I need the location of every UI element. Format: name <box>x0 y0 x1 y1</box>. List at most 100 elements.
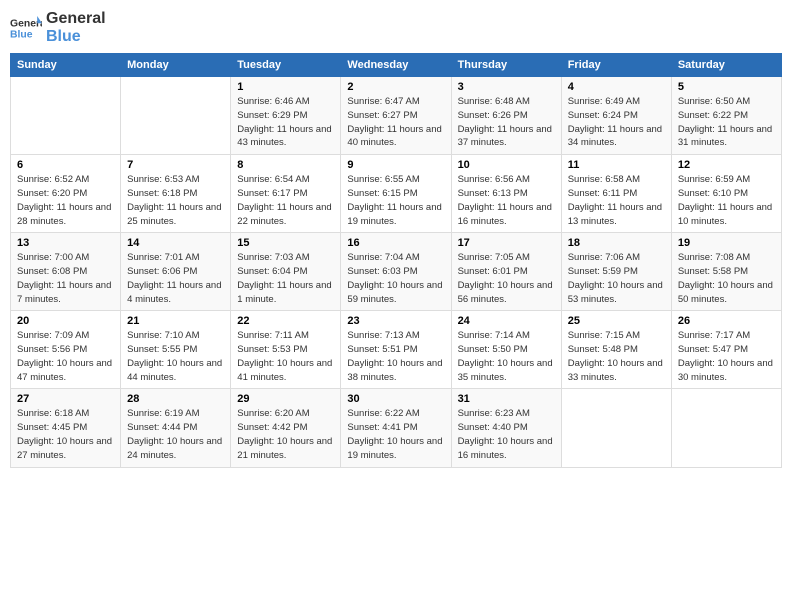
day-cell-5-5: 31 Sunrise: 6:23 AM Sunset: 4:40 PM Dayli… <box>451 389 561 467</box>
day-cell-3-5: 17 Sunrise: 7:05 AM Sunset: 6:01 PM Dayli… <box>451 233 561 311</box>
weekday-header-thursday: Thursday <box>451 54 561 77</box>
day-number: 2 <box>347 81 444 93</box>
day-info: Sunrise: 7:00 AM Sunset: 6:08 PM Dayligh… <box>17 251 114 306</box>
day-info: Sunrise: 6:52 AM Sunset: 6:20 PM Dayligh… <box>17 173 114 228</box>
day-cell-3-7: 19 Sunrise: 7:08 AM Sunset: 5:58 PM Dayli… <box>671 233 781 311</box>
day-number: 26 <box>678 315 775 327</box>
day-info: Sunrise: 6:53 AM Sunset: 6:18 PM Dayligh… <box>127 173 224 228</box>
day-number: 17 <box>458 237 555 249</box>
day-number: 27 <box>17 393 114 405</box>
day-info: Sunrise: 6:48 AM Sunset: 6:26 PM Dayligh… <box>458 95 555 150</box>
day-info: Sunrise: 7:01 AM Sunset: 6:06 PM Dayligh… <box>127 251 224 306</box>
day-cell-2-7: 12 Sunrise: 6:59 AM Sunset: 6:10 PM Dayli… <box>671 155 781 233</box>
day-cell-2-5: 10Sunrise: 6:56 AM Sunset: 6:13 PM Dayli… <box>451 155 561 233</box>
day-number: 4 <box>568 81 665 93</box>
week-row-5: 27 Sunrise: 6:18 AM Sunset: 4:45 PM Dayli… <box>11 389 782 467</box>
weekday-header-row: SundayMondayTuesdayWednesdayThursdayFrid… <box>11 54 782 77</box>
week-row-3: 13 Sunrise: 7:00 AM Sunset: 6:08 PM Dayli… <box>11 233 782 311</box>
day-number: 14 <box>127 237 224 249</box>
day-info: Sunrise: 7:17 AM Sunset: 5:47 PM Dayligh… <box>678 329 775 384</box>
day-info: Sunrise: 7:04 AM Sunset: 6:03 PM Dayligh… <box>347 251 444 306</box>
day-number: 15 <box>237 237 334 249</box>
day-info: Sunrise: 7:10 AM Sunset: 5:55 PM Dayligh… <box>127 329 224 384</box>
day-number: 25 <box>568 315 665 327</box>
day-info: Sunrise: 6:20 AM Sunset: 4:42 PM Dayligh… <box>237 407 334 462</box>
day-number: 9 <box>347 159 444 171</box>
day-number: 11 <box>568 159 665 171</box>
day-info: Sunrise: 6:59 AM Sunset: 6:10 PM Dayligh… <box>678 173 775 228</box>
day-cell-2-3: 8Sunrise: 6:54 AM Sunset: 6:17 PM Daylig… <box>231 155 341 233</box>
day-info: Sunrise: 6:19 AM Sunset: 4:44 PM Dayligh… <box>127 407 224 462</box>
day-info: Sunrise: 7:14 AM Sunset: 5:50 PM Dayligh… <box>458 329 555 384</box>
day-cell-4-3: 22 Sunrise: 7:11 AM Sunset: 5:53 PM Dayli… <box>231 311 341 389</box>
day-number: 28 <box>127 393 224 405</box>
day-info: Sunrise: 6:56 AM Sunset: 6:13 PM Dayligh… <box>458 173 555 228</box>
day-cell-1-1 <box>11 77 121 155</box>
day-number: 8 <box>237 159 334 171</box>
week-row-2: 6 Sunrise: 6:52 AM Sunset: 6:20 PM Daylig… <box>11 155 782 233</box>
day-number: 1 <box>237 81 334 93</box>
calendar-table: SundayMondayTuesdayWednesdayThursdayFrid… <box>10 53 782 467</box>
day-info: Sunrise: 6:22 AM Sunset: 4:41 PM Dayligh… <box>347 407 444 462</box>
day-cell-3-4: 16 Sunrise: 7:04 AM Sunset: 6:03 PM Dayli… <box>341 233 451 311</box>
page-header: General Blue General Blue <box>10 10 782 45</box>
day-info: Sunrise: 6:47 AM Sunset: 6:27 PM Dayligh… <box>347 95 444 150</box>
logo-general-text: General <box>46 10 106 28</box>
svg-text:Blue: Blue <box>10 29 33 40</box>
day-number: 21 <box>127 315 224 327</box>
day-info: Sunrise: 6:55 AM Sunset: 6:15 PM Dayligh… <box>347 173 444 228</box>
day-cell-5-6 <box>561 389 671 467</box>
weekday-header-monday: Monday <box>121 54 231 77</box>
day-cell-3-2: 14 Sunrise: 7:01 AM Sunset: 6:06 PM Dayli… <box>121 233 231 311</box>
day-info: Sunrise: 7:06 AM Sunset: 5:59 PM Dayligh… <box>568 251 665 306</box>
day-info: Sunrise: 6:49 AM Sunset: 6:24 PM Dayligh… <box>568 95 665 150</box>
day-number: 22 <box>237 315 334 327</box>
day-cell-2-4: 9 Sunrise: 6:55 AM Sunset: 6:15 PM Daylig… <box>341 155 451 233</box>
day-number: 7 <box>127 159 224 171</box>
day-info: Sunrise: 7:11 AM Sunset: 5:53 PM Dayligh… <box>237 329 334 384</box>
day-number: 12 <box>678 159 775 171</box>
week-row-4: 20Sunrise: 7:09 AM Sunset: 5:56 PM Dayli… <box>11 311 782 389</box>
day-info: Sunrise: 6:46 AM Sunset: 6:29 PM Dayligh… <box>237 95 334 150</box>
day-cell-2-1: 6 Sunrise: 6:52 AM Sunset: 6:20 PM Daylig… <box>11 155 121 233</box>
day-cell-3-6: 18 Sunrise: 7:06 AM Sunset: 5:59 PM Dayli… <box>561 233 671 311</box>
day-cell-5-3: 29Sunrise: 6:20 AM Sunset: 4:42 PM Dayli… <box>231 389 341 467</box>
day-cell-1-4: 2 Sunrise: 6:47 AM Sunset: 6:27 PM Daylig… <box>341 77 451 155</box>
logo-icon: General Blue <box>10 12 42 44</box>
logo-blue-text: Blue <box>46 28 106 46</box>
day-number: 23 <box>347 315 444 327</box>
weekday-header-friday: Friday <box>561 54 671 77</box>
day-info: Sunrise: 7:13 AM Sunset: 5:51 PM Dayligh… <box>347 329 444 384</box>
day-info: Sunrise: 7:15 AM Sunset: 5:48 PM Dayligh… <box>568 329 665 384</box>
day-info: Sunrise: 6:23 AM Sunset: 4:40 PM Dayligh… <box>458 407 555 462</box>
day-number: 19 <box>678 237 775 249</box>
day-info: Sunrise: 7:03 AM Sunset: 6:04 PM Dayligh… <box>237 251 334 306</box>
day-number: 18 <box>568 237 665 249</box>
day-number: 24 <box>458 315 555 327</box>
day-cell-2-2: 7 Sunrise: 6:53 AM Sunset: 6:18 PM Daylig… <box>121 155 231 233</box>
day-cell-1-5: 3Sunrise: 6:48 AM Sunset: 6:26 PM Daylig… <box>451 77 561 155</box>
day-cell-4-1: 20Sunrise: 7:09 AM Sunset: 5:56 PM Dayli… <box>11 311 121 389</box>
day-cell-1-2 <box>121 77 231 155</box>
weekday-header-wednesday: Wednesday <box>341 54 451 77</box>
day-number: 30 <box>347 393 444 405</box>
day-number: 16 <box>347 237 444 249</box>
day-cell-4-2: 21 Sunrise: 7:10 AM Sunset: 5:55 PM Dayli… <box>121 311 231 389</box>
day-info: Sunrise: 7:05 AM Sunset: 6:01 PM Dayligh… <box>458 251 555 306</box>
day-info: Sunrise: 6:18 AM Sunset: 4:45 PM Dayligh… <box>17 407 114 462</box>
day-info: Sunrise: 6:58 AM Sunset: 6:11 PM Dayligh… <box>568 173 665 228</box>
weekday-header-sunday: Sunday <box>11 54 121 77</box>
day-number: 6 <box>17 159 114 171</box>
week-row-1: 1 Sunrise: 6:46 AM Sunset: 6:29 PM Daylig… <box>11 77 782 155</box>
day-cell-4-6: 25 Sunrise: 7:15 AM Sunset: 5:48 PM Dayli… <box>561 311 671 389</box>
logo: General Blue General Blue <box>10 10 106 45</box>
day-cell-2-6: 11 Sunrise: 6:58 AM Sunset: 6:11 PM Dayli… <box>561 155 671 233</box>
weekday-header-tuesday: Tuesday <box>231 54 341 77</box>
day-cell-5-2: 28 Sunrise: 6:19 AM Sunset: 4:44 PM Dayli… <box>121 389 231 467</box>
day-number: 13 <box>17 237 114 249</box>
day-info: Sunrise: 7:09 AM Sunset: 5:56 PM Dayligh… <box>17 329 114 384</box>
day-cell-3-1: 13 Sunrise: 7:00 AM Sunset: 6:08 PM Dayli… <box>11 233 121 311</box>
day-cell-1-3: 1 Sunrise: 6:46 AM Sunset: 6:29 PM Daylig… <box>231 77 341 155</box>
day-info: Sunrise: 7:08 AM Sunset: 5:58 PM Dayligh… <box>678 251 775 306</box>
day-number: 31 <box>458 393 555 405</box>
